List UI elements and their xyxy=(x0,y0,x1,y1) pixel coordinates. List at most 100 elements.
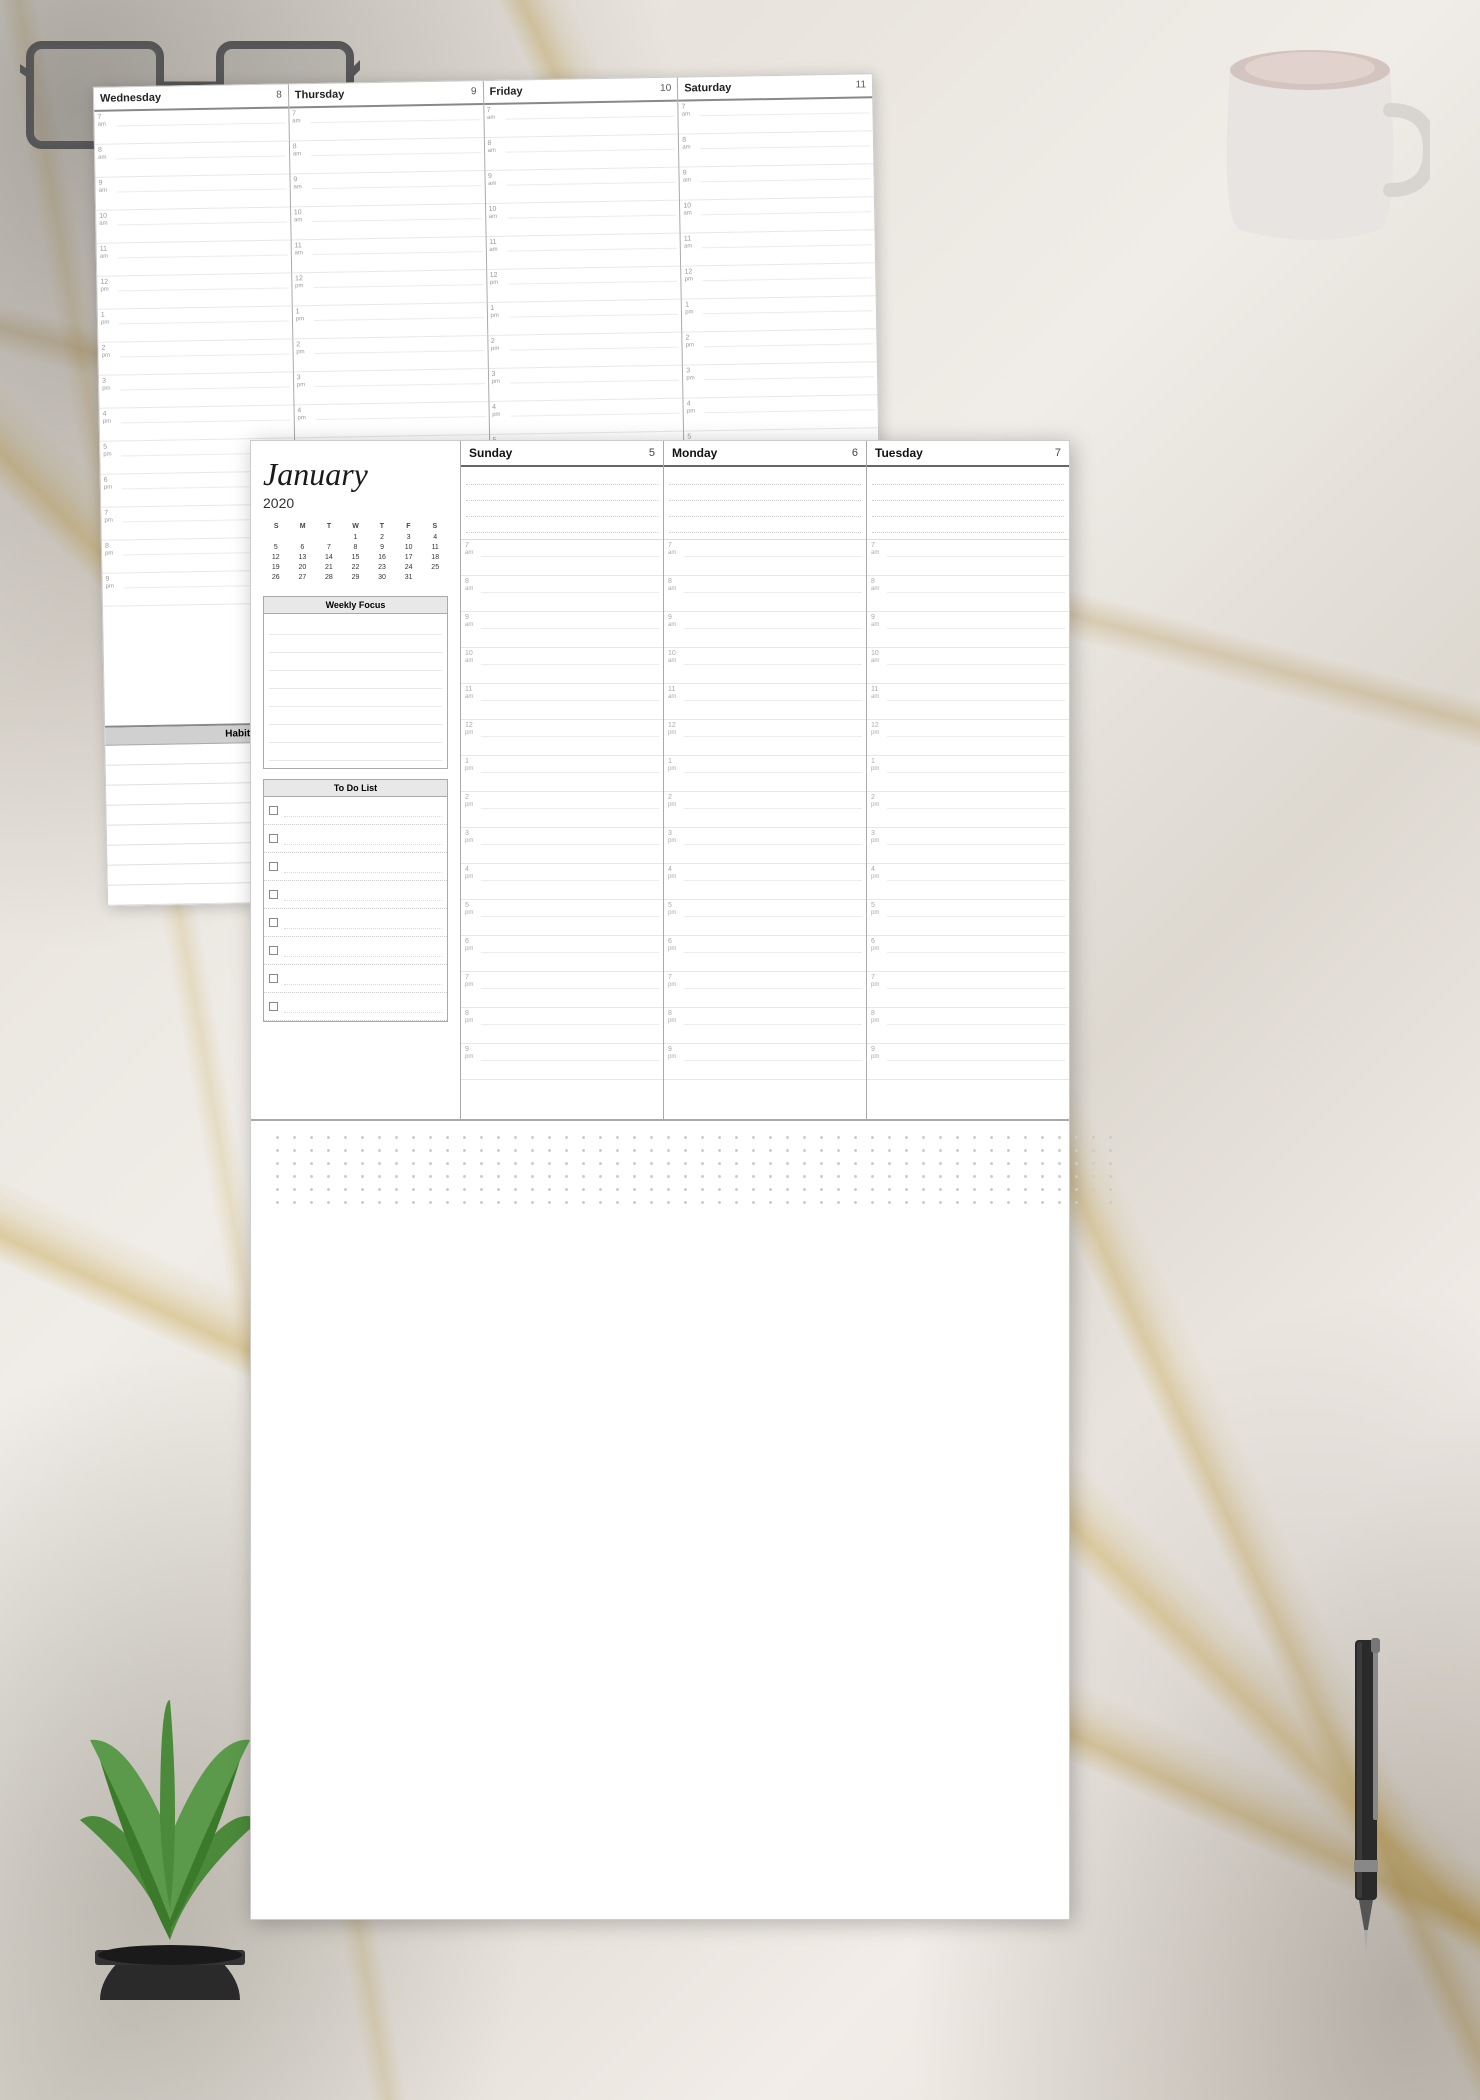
time-slot[interactable]: 10am xyxy=(867,648,1069,684)
cal-day[interactable]: 17 xyxy=(396,553,422,562)
back-time-slot[interactable]: 11am xyxy=(681,230,875,266)
back-time-slot[interactable]: 9am xyxy=(95,174,289,210)
cal-day[interactable]: 8 xyxy=(343,543,369,552)
back-time-slot[interactable]: 3pm xyxy=(294,369,488,405)
cal-day[interactable]: 28 xyxy=(316,573,342,582)
dotted-area[interactable] xyxy=(461,467,663,540)
cal-day[interactable]: 19 xyxy=(263,563,289,572)
cal-day[interactable]: 27 xyxy=(290,573,316,582)
cal-day[interactable]: 21 xyxy=(316,563,342,572)
back-time-slot[interactable]: 7am xyxy=(289,105,483,141)
notes-section[interactable] xyxy=(251,1121,1069,1281)
back-time-slot[interactable]: 2pm xyxy=(488,333,682,369)
todo-checkbox[interactable] xyxy=(269,1002,278,1011)
time-slot[interactable]: 9pm xyxy=(664,1044,866,1080)
back-time-slot[interactable]: 12pm xyxy=(97,273,291,309)
back-time-slot[interactable]: 10am xyxy=(96,207,290,243)
time-slot[interactable]: 9am xyxy=(867,612,1069,648)
back-time-slot[interactable]: 3pm xyxy=(683,362,877,398)
time-slot[interactable]: 6pm xyxy=(867,936,1069,972)
cal-day[interactable]: 24 xyxy=(396,563,422,572)
weekly-focus-content[interactable] xyxy=(264,614,447,768)
back-time-slot[interactable]: 9am xyxy=(680,164,874,200)
time-slot[interactable]: 6pm xyxy=(664,936,866,972)
todo-checkbox[interactable] xyxy=(269,806,278,815)
dotted-area[interactable] xyxy=(867,467,1069,540)
back-time-slot[interactable]: 4pm xyxy=(489,399,683,435)
back-time-slot[interactable]: 4pm xyxy=(684,395,878,431)
time-slot[interactable]: 12pm xyxy=(461,720,663,756)
todo-item[interactable] xyxy=(264,825,447,853)
cal-day[interactable]: 4 xyxy=(422,533,448,542)
back-time-slot[interactable]: 1pm xyxy=(682,296,876,332)
back-time-slot[interactable]: 12pm xyxy=(292,270,486,306)
time-slot[interactable]: 9pm xyxy=(867,1044,1069,1080)
todo-checkbox[interactable] xyxy=(269,918,278,927)
todo-checkbox[interactable] xyxy=(269,974,278,983)
cal-day[interactable]: 7 xyxy=(316,543,342,552)
back-time-slot[interactable]: 2pm xyxy=(293,336,487,372)
back-time-slot[interactable]: 7am xyxy=(94,108,288,144)
back-time-slot[interactable]: 4pm xyxy=(294,402,488,438)
todo-item[interactable] xyxy=(264,881,447,909)
cal-day[interactable]: 5 xyxy=(263,543,289,552)
time-slot[interactable]: 12pm xyxy=(664,720,866,756)
time-slot[interactable]: 4pm xyxy=(461,864,663,900)
time-slot[interactable]: 2pm xyxy=(867,792,1069,828)
back-time-slot[interactable]: 8am xyxy=(679,131,873,167)
back-time-slot[interactable]: 11am xyxy=(97,240,291,276)
todo-checkbox[interactable] xyxy=(269,890,278,899)
back-time-slot[interactable]: 8am xyxy=(484,135,678,171)
cal-day[interactable]: 31 xyxy=(396,573,422,582)
back-time-slot[interactable]: 11am xyxy=(291,237,485,273)
cal-day[interactable]: 29 xyxy=(343,573,369,582)
back-time-slot[interactable]: 11am xyxy=(486,234,680,270)
cal-day[interactable]: 25 xyxy=(422,563,448,572)
cal-day[interactable]: 30 xyxy=(369,573,395,582)
todo-item[interactable] xyxy=(264,937,447,965)
cal-day[interactable]: 10 xyxy=(396,543,422,552)
time-slot[interactable]: 10am xyxy=(664,648,866,684)
cal-day[interactable]: 16 xyxy=(369,553,395,562)
back-time-slot[interactable]: 3pm xyxy=(488,366,682,402)
time-slot[interactable]: 7pm xyxy=(461,972,663,1008)
todo-checkbox[interactable] xyxy=(269,946,278,955)
time-slot[interactable]: 1pm xyxy=(664,756,866,792)
cal-day[interactable]: 1 xyxy=(343,533,369,542)
time-slot[interactable]: 1pm xyxy=(867,756,1069,792)
time-slot[interactable]: 7pm xyxy=(867,972,1069,1008)
cal-day[interactable]: 18 xyxy=(422,553,448,562)
cal-day[interactable]: 2 xyxy=(369,533,395,542)
back-time-slot[interactable]: 7am xyxy=(679,98,873,134)
back-time-slot[interactable]: 10am xyxy=(680,197,874,233)
time-slot[interactable]: 8pm xyxy=(461,1008,663,1044)
time-slot[interactable]: 4pm xyxy=(664,864,866,900)
cal-day[interactable]: 13 xyxy=(290,553,316,562)
back-time-slot[interactable]: 4pm xyxy=(100,405,294,441)
time-slot[interactable]: 10am xyxy=(461,648,663,684)
cal-day[interactable]: 11 xyxy=(422,543,448,552)
time-slot[interactable]: 3pm xyxy=(664,828,866,864)
todo-checkbox[interactable] xyxy=(269,834,278,843)
back-time-slot[interactable]: 7am xyxy=(484,102,678,138)
time-slot[interactable]: 5pm xyxy=(867,900,1069,936)
dotted-area[interactable] xyxy=(664,467,866,540)
todo-item[interactable] xyxy=(264,993,447,1021)
back-time-slot[interactable]: 8am xyxy=(95,141,289,177)
cal-day[interactable]: 26 xyxy=(263,573,289,582)
time-slot[interactable]: 8pm xyxy=(867,1008,1069,1044)
cal-day[interactable]: 14 xyxy=(316,553,342,562)
cal-day[interactable]: 20 xyxy=(290,563,316,572)
cal-day[interactable]: 23 xyxy=(369,563,395,572)
time-slot[interactable]: 8am xyxy=(461,576,663,612)
time-slot[interactable]: 11am xyxy=(461,684,663,720)
time-slot[interactable]: 7am xyxy=(867,540,1069,576)
cal-day[interactable]: 9 xyxy=(369,543,395,552)
time-slot[interactable]: 7am xyxy=(461,540,663,576)
time-slot[interactable]: 6pm xyxy=(461,936,663,972)
cal-day[interactable]: 15 xyxy=(343,553,369,562)
time-slot[interactable]: 9pm xyxy=(461,1044,663,1080)
back-time-slot[interactable]: 10am xyxy=(291,204,485,240)
todo-item[interactable] xyxy=(264,853,447,881)
back-time-slot[interactable]: 12pm xyxy=(487,267,681,303)
